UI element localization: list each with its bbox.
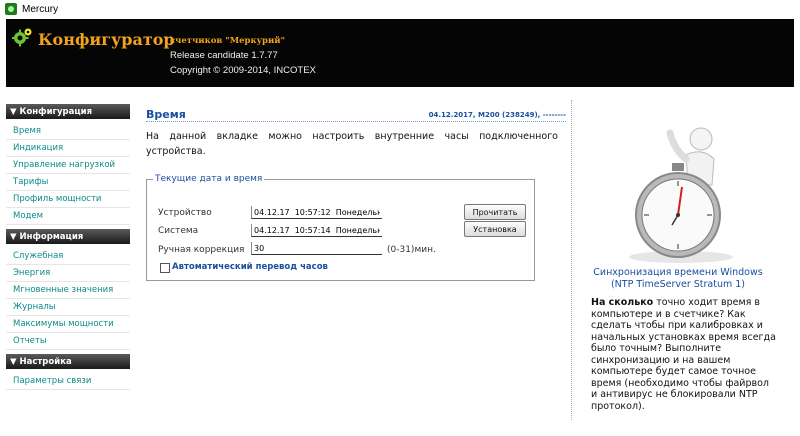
sidebar-item[interactable]: Энергия bbox=[6, 265, 130, 282]
main-content: Время 04.12.2017, M200 (238249), -------… bbox=[146, 104, 566, 281]
gears-icon bbox=[12, 28, 32, 47]
header-banner: Конфигуратор счетчиков "Меркурий" Releas… bbox=[6, 19, 794, 87]
stopwatch-illustration bbox=[629, 127, 733, 263]
brand-subtitle: счетчиков "Меркурий" bbox=[170, 36, 286, 46]
sidebar-section-header[interactable]: ▼ Конфигурация bbox=[6, 104, 130, 119]
sidebar-section-header[interactable]: ▼ Настройка bbox=[6, 354, 130, 369]
auto-dst-checkbox[interactable] bbox=[160, 263, 170, 273]
set-button[interactable]: Установка bbox=[464, 221, 526, 237]
device-time-field[interactable] bbox=[251, 206, 382, 219]
promo-text: На сколько точно ходит время в компьютер… bbox=[591, 297, 776, 412]
sidebar: ▼ Конфигурация Время Индикация Управление н… bbox=[6, 104, 130, 394]
page-description: На данной вкладке можно настроить внутре… bbox=[146, 131, 558, 157]
sidebar-item[interactable]: Управление нагрузкой bbox=[6, 157, 130, 174]
fieldset-legend: Текущие дата и время bbox=[155, 174, 263, 184]
sidebar-item[interactable]: Служебная bbox=[6, 248, 130, 265]
system-time-field[interactable] bbox=[251, 224, 382, 237]
sidebar-item[interactable]: Отчеты bbox=[6, 333, 130, 350]
window-titlebar: Mercury bbox=[0, 0, 800, 18]
device-time-label: Устройство bbox=[158, 208, 212, 218]
sidebar-item[interactable]: Параметры связи bbox=[6, 373, 130, 390]
sidebar-item[interactable]: Максимумы мощности bbox=[6, 316, 130, 333]
read-button[interactable]: Прочитать bbox=[464, 204, 526, 220]
device-meta: 04.12.2017, M200 (238249), -------- bbox=[428, 111, 566, 119]
sidebar-item[interactable]: Индикация bbox=[6, 140, 130, 157]
window-title: Mercury bbox=[22, 3, 59, 15]
sidebar-item[interactable]: Мгновенные значения bbox=[6, 282, 130, 299]
sidebar-item[interactable]: Профиль мощности bbox=[6, 191, 130, 208]
brand-title: Конфигуратор bbox=[38, 30, 175, 49]
correction-label: Ручная коррекция bbox=[158, 245, 245, 255]
column-divider bbox=[571, 100, 572, 420]
correction-range: (0-31)мин. bbox=[387, 245, 436, 255]
release-text: Release candidate 1.7.77 bbox=[170, 50, 278, 61]
sidebar-section-header[interactable]: ▼ Информация bbox=[6, 229, 130, 244]
sidebar-item[interactable]: Время bbox=[6, 123, 130, 140]
correction-field[interactable] bbox=[251, 242, 382, 255]
datetime-fieldset: Текущие дата и время Устройство Система … bbox=[146, 174, 535, 281]
section-header: Время 04.12.2017, M200 (238249), -------… bbox=[146, 104, 566, 122]
copyright-text: Copyright © 2009-2014, INCOTEX bbox=[170, 65, 316, 76]
page-title: Время bbox=[146, 108, 186, 121]
sidebar-item[interactable]: Журналы bbox=[6, 299, 130, 316]
auto-dst-label[interactable]: Автоматический перевод часов bbox=[172, 262, 328, 272]
system-time-label: Система bbox=[158, 226, 199, 236]
sidebar-item[interactable]: Модем bbox=[6, 208, 130, 225]
promo-title[interactable]: Синхронизация времени Windows (NTP TimeS… bbox=[583, 267, 773, 291]
promo-text-bold: На сколько bbox=[591, 297, 654, 308]
app-icon bbox=[5, 3, 17, 15]
promo-text-rest: точно ходит время в компьютере и в счетч… bbox=[591, 297, 776, 412]
sidebar-item[interactable]: Тарифы bbox=[6, 174, 130, 191]
